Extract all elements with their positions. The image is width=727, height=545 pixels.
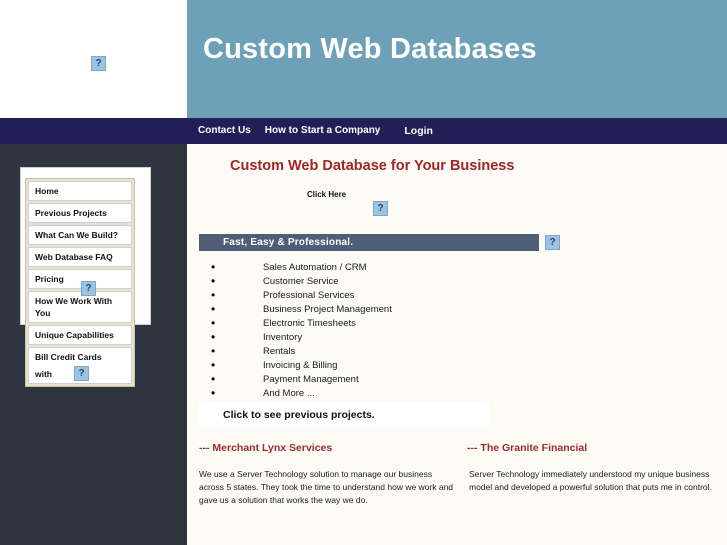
sidebar-panel: Home Previous Projects What Can We Build… — [20, 167, 151, 387]
sidebar-item-web-database-faq[interactable]: Web Database FAQ — [28, 247, 132, 267]
testimonial-merchant-lynx: --- Merchant Lynx Services We use a Serv… — [199, 442, 457, 507]
broken-image-icon[interactable] — [81, 281, 96, 296]
sidebar-item-unique-capabilities[interactable]: Unique Capabilities — [28, 325, 132, 345]
sidebar-column: Home Previous Projects What Can We Build… — [0, 144, 187, 545]
sidebar-menu: Home Previous Projects What Can We Build… — [25, 178, 135, 387]
testimonial-body: Server Technology immediately understood… — [469, 469, 712, 492]
list-item: Invoicing & Billing — [201, 358, 392, 373]
broken-image-icon[interactable] — [545, 235, 560, 250]
list-item: Customer Service — [201, 274, 392, 289]
sidebar-item-previous-projects[interactable]: Previous Projects — [28, 203, 132, 223]
list-item: Payment Management — [201, 372, 392, 387]
nav-items: Contact Us How to Start a Company Login — [198, 118, 433, 144]
nav-item-contact-us[interactable]: Contact Us — [198, 118, 251, 144]
testimonial-title: --- The Granite Financial — [467, 442, 588, 454]
main-content: Custom Web Database for Your Business Cl… — [187, 144, 727, 545]
list-item: Inventory — [201, 330, 392, 345]
broken-image-icon[interactable] — [74, 366, 89, 381]
click-here-label[interactable]: Click Here — [307, 190, 346, 199]
list-item: Business Project Management — [201, 302, 392, 317]
list-item: Professional Services — [201, 288, 392, 303]
sidebar-item-what-can-we-build[interactable]: What Can We Build? — [28, 225, 132, 245]
sidebar-item-home[interactable]: Home — [28, 181, 132, 201]
sidebar-item-with-label: with — [35, 368, 52, 379]
previous-projects-label: Click to see previous projects. — [223, 409, 375, 421]
body-area: Home Previous Projects What Can We Build… — [0, 144, 727, 545]
broken-image-icon[interactable] — [91, 56, 106, 72]
list-item: Sales Automation / CRM — [201, 260, 392, 275]
sidebar-item-bill-credit-cards[interactable]: Bill Credit Cards with — [28, 347, 132, 384]
testimonial-body: We use a Server Technology solution to m… — [199, 469, 454, 505]
sidebar-item-bill-credit-cards-label: Bill Credit Cards — [35, 352, 102, 362]
header-banner: Custom Web Databases — [187, 0, 727, 118]
previous-projects-banner[interactable]: Click to see previous projects. — [199, 402, 489, 428]
feature-list: Sales Automation / CRM Customer Service … — [201, 260, 392, 401]
nav-item-login[interactable]: Login — [404, 118, 433, 144]
list-item: Rentals — [201, 344, 392, 359]
list-item: And More ... — [201, 386, 392, 401]
section-header-label: Fast, Easy & Professional. — [223, 237, 354, 248]
testimonial-granite-financial: --- The Granite Financial Server Technol… — [467, 442, 717, 494]
sidebar-item-how-we-work-with-you[interactable]: How We Work With You — [28, 291, 132, 323]
site-title: Custom Web Databases — [203, 33, 537, 65]
list-item: Electronic Timesheets — [201, 316, 392, 331]
sidebar-item-pricing[interactable]: Pricing — [28, 269, 132, 289]
page-title: Custom Web Database for Your Business — [230, 158, 515, 174]
main-navigation-bar: Contact Us How to Start a Company Login — [0, 118, 727, 144]
sidebar-item-bill-credit-cards-with-row: with — [35, 366, 127, 381]
testimonial-title: --- Merchant Lynx Services — [199, 442, 333, 454]
page-root: Custom Web Databases Contact Us How to S… — [0, 0, 727, 545]
section-header-bar: Fast, Easy & Professional. — [199, 234, 539, 251]
nav-item-how-to-start-a-company[interactable]: How to Start a Company — [265, 118, 381, 144]
header-strip: Custom Web Databases — [0, 0, 727, 118]
broken-image-icon[interactable] — [373, 201, 388, 216]
